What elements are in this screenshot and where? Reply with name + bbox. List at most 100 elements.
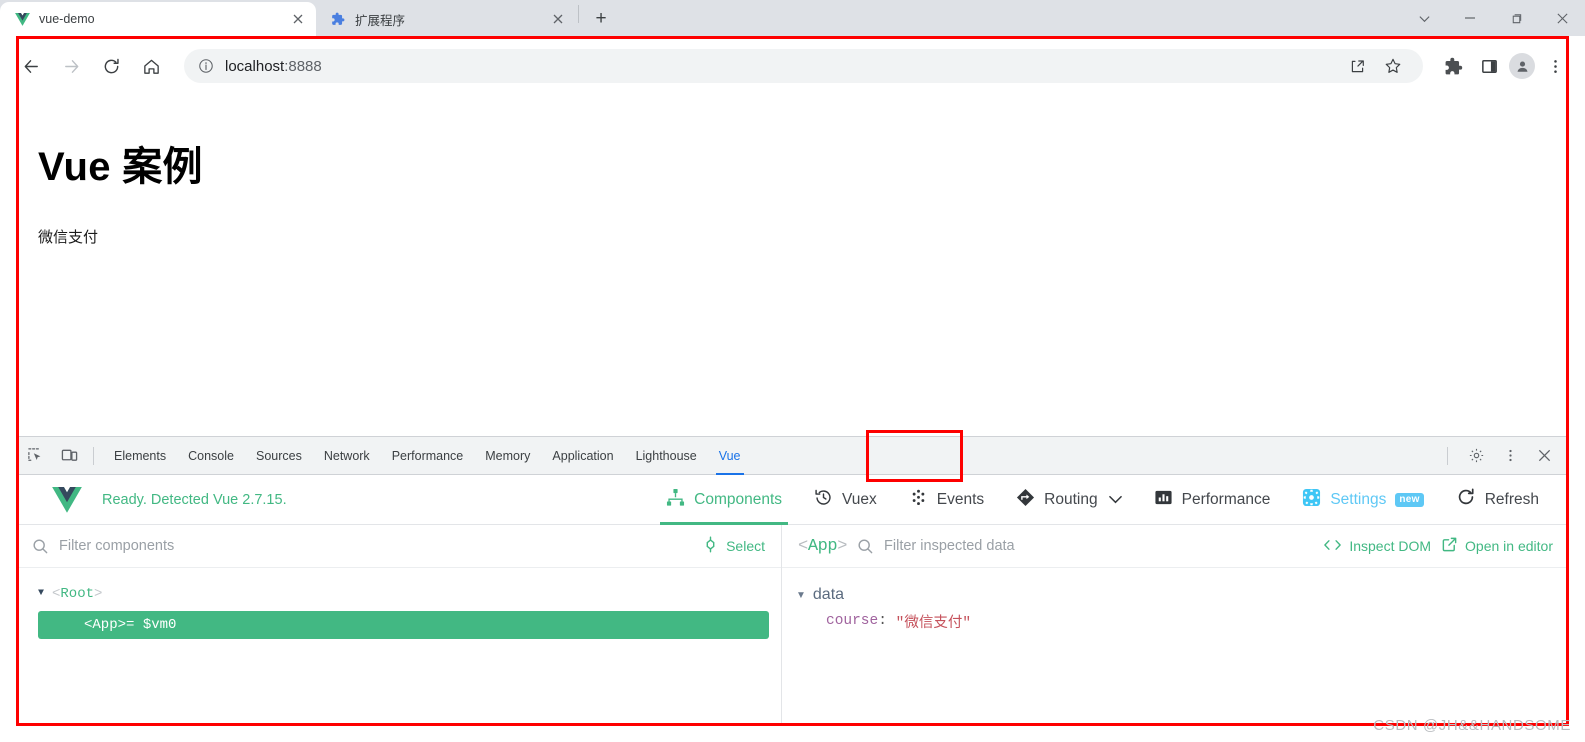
property-colon: : — [878, 613, 896, 629]
chevron-down-icon[interactable] — [1401, 0, 1447, 36]
tab-console[interactable]: Console — [177, 437, 245, 475]
reload-icon[interactable] — [94, 49, 128, 83]
inspect-dom-label: Inspect DOM — [1349, 538, 1432, 554]
inspected-component-name: <App> — [798, 536, 848, 556]
vue-nav: Components Vuex Events Routing Performan… — [650, 475, 1555, 525]
side-panel-icon[interactable] — [1473, 50, 1505, 82]
minimize-icon[interactable] — [1447, 0, 1493, 36]
vue-devtools-body: Select ▼ <Root> <App> = $vm0 <App> — [16, 525, 1569, 725]
gear-icon[interactable] — [1461, 441, 1491, 471]
property-value: "微信支付" — [895, 615, 972, 632]
vue-nav-vuex[interactable]: Vuex — [798, 475, 893, 525]
browser-toolbar: localhost:8888 — [0, 36, 1585, 96]
browser-tab-vue-demo[interactable]: vue-demo — [0, 2, 316, 36]
vuex-history-icon — [814, 488, 833, 512]
property-key: course — [826, 613, 879, 629]
tab-performance[interactable]: Performance — [381, 437, 475, 475]
new-tab-button[interactable]: + — [587, 5, 615, 33]
inspected-data: ▼ data course: "微信支付" — [782, 568, 1569, 634]
open-in-editor-label: Open in editor — [1465, 538, 1553, 554]
routing-arrow-icon — [1016, 488, 1035, 512]
vue-nav-refresh[interactable]: Refresh — [1440, 475, 1555, 525]
caret-down-icon[interactable]: ▼ — [38, 588, 52, 599]
inspect-element-icon[interactable] — [20, 441, 50, 471]
tab-vue[interactable]: Vue — [708, 437, 752, 475]
search-icon — [32, 538, 49, 555]
vue-nav-label: Routing — [1044, 490, 1098, 508]
home-icon[interactable] — [134, 49, 168, 83]
filter-inspected-data-input[interactable] — [884, 538, 1314, 554]
vue-devtools-header: Ready. Detected Vue 2.7.15. Components V… — [16, 475, 1569, 525]
browser-tab-extensions[interactable]: 扩展程序 — [316, 2, 576, 36]
profile-avatar[interactable] — [1509, 53, 1535, 79]
close-icon[interactable] — [290, 11, 306, 27]
forward-arrow-icon[interactable] — [54, 49, 88, 83]
vue-nav-events[interactable]: Events — [893, 475, 1000, 525]
tab-lighthouse[interactable]: Lighthouse — [625, 437, 708, 475]
browser-tab-title: 扩展程序 — [355, 13, 406, 28]
close-icon[interactable] — [550, 11, 566, 27]
vue-nav-settings[interactable]: Settings new — [1286, 475, 1439, 525]
vue-logo-icon — [50, 483, 84, 517]
tab-memory[interactable]: Memory — [474, 437, 541, 475]
filter-components-input[interactable] — [59, 538, 693, 554]
data-group-label: data — [812, 586, 845, 603]
crosshair-icon — [702, 536, 719, 556]
data-property-row[interactable]: course: "微信支付" — [796, 608, 1569, 634]
vue-nav-performance[interactable]: Performance — [1138, 475, 1287, 525]
tab-sources[interactable]: Sources — [245, 437, 313, 475]
address-bar[interactable]: localhost:8888 — [184, 49, 1423, 83]
browser-menu-icon[interactable] — [1539, 50, 1571, 82]
extensions-puzzle-icon[interactable] — [1437, 50, 1469, 82]
new-badge: new — [1395, 492, 1424, 507]
tab-network[interactable]: Network — [313, 437, 381, 475]
refresh-icon — [1456, 487, 1476, 512]
select-component-button[interactable]: Select — [702, 536, 765, 556]
tree-item-app[interactable]: <App> = $vm0 — [38, 611, 769, 639]
devtools-more-icon[interactable] — [1495, 441, 1525, 471]
star-icon[interactable] — [1377, 50, 1409, 82]
close-icon[interactable] — [1539, 0, 1585, 36]
tab-strip: vue-demo 扩展程序 + — [0, 0, 1585, 36]
devtools-actions — [1438, 441, 1569, 471]
tab-application[interactable]: Application — [541, 437, 624, 475]
share-icon[interactable] — [1341, 50, 1373, 82]
events-dots-icon — [909, 488, 928, 512]
vue-nav-label: Components — [694, 490, 783, 508]
vue-nav-label: Settings — [1330, 490, 1387, 508]
actions-divider — [1447, 446, 1448, 465]
tree-item-vm-suffix: = $vm0 — [126, 617, 177, 633]
vue-logo-icon — [14, 11, 30, 27]
toolbar-divider — [93, 446, 94, 465]
chevron-down-icon[interactable] — [1108, 493, 1122, 507]
vue-nav-label: Refresh — [1484, 490, 1539, 508]
devtools-tabbar: Elements Console Sources Network Perform… — [16, 437, 1569, 475]
tab-elements[interactable]: Elements — [103, 437, 177, 475]
back-arrow-icon[interactable] — [14, 49, 48, 83]
tree-item-root[interactable]: ▼ <Root> — [16, 580, 781, 607]
browser-window: vue-demo 扩展程序 + localhost:8888 Vue 案例 微… — [0, 0, 1585, 742]
tab-divider — [578, 5, 579, 23]
components-tree-icon — [666, 488, 685, 512]
devtools-close-icon[interactable] — [1529, 441, 1559, 471]
devtools-panel: Elements Console Sources Network Perform… — [16, 436, 1569, 726]
watermark: CSDN @JH&&HANDSOME — [1373, 717, 1571, 734]
code-brackets-icon — [1323, 538, 1342, 555]
maximize-icon[interactable] — [1493, 0, 1539, 36]
url-port: :8888 — [284, 57, 322, 75]
page-viewport: Vue 案例 微信支付 — [16, 96, 1569, 436]
vue-nav-routing[interactable]: Routing — [1000, 475, 1137, 525]
info-circle-icon[interactable] — [198, 58, 214, 74]
search-icon — [857, 538, 874, 555]
vue-nav-label: Vuex — [842, 490, 877, 508]
browser-tab-title: vue-demo — [39, 12, 95, 26]
open-in-editor-button[interactable]: Open in editor — [1441, 536, 1553, 556]
inspect-dom-button[interactable]: Inspect DOM — [1323, 538, 1431, 555]
components-pane: Select ▼ <Root> <App> = $vm0 — [16, 525, 782, 725]
caret-down-icon[interactable]: ▼ — [796, 590, 806, 601]
vue-nav-components[interactable]: Components — [650, 475, 798, 525]
component-tree: ▼ <Root> <App> = $vm0 — [16, 568, 781, 639]
device-toolbar-icon[interactable] — [54, 441, 84, 471]
vue-nav-label: Events — [936, 490, 985, 508]
data-group-header[interactable]: ▼ data — [796, 582, 1569, 608]
